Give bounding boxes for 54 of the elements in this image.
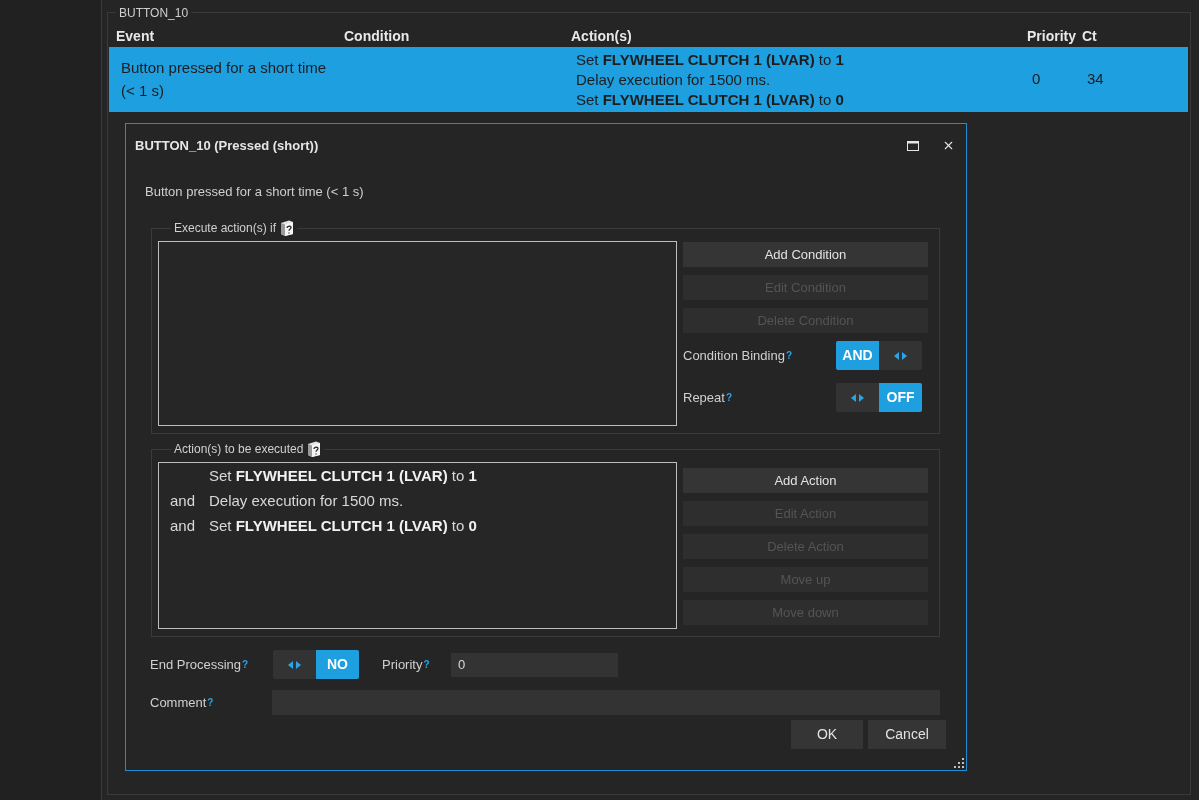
table-cell: Button pressed for a short time (< 1 s) (121, 59, 327, 99)
event-description: Button pressed for a short time (< 1 s) (145, 184, 364, 200)
left-right-arrows-icon (288, 660, 301, 669)
action-text: Delay execution for 1500 ms. (576, 69, 771, 90)
maximize-button[interactable] (907, 140, 919, 151)
group-title: BUTTON_10 (119, 6, 189, 20)
column-header[interactable]: Priority (1027, 27, 1076, 44)
switch-value[interactable]: OFF (879, 383, 922, 412)
field-label: Repeat (683, 389, 725, 406)
switch-value[interactable]: AND (836, 341, 879, 370)
help-book-icon[interactable] (280, 220, 295, 236)
help-mark[interactable]: ? (785, 350, 792, 361)
column-header[interactable]: Event (116, 27, 155, 44)
field-label: Comment (150, 694, 207, 711)
priority-field[interactable]: 0 (451, 652, 618, 677)
help-mark[interactable]: ? (725, 392, 733, 403)
connector-label: and (170, 492, 196, 510)
dialog-button[interactable]: Cancel (868, 720, 946, 749)
help-book-icon[interactable] (307, 441, 322, 457)
toggle-switch[interactable]: NO (273, 650, 359, 679)
switch-value[interactable]: NO (316, 650, 359, 679)
group-title: Execute action(s) if (174, 220, 277, 236)
left-right-arrows-icon (894, 351, 907, 360)
maximize-icon (907, 140, 919, 151)
action-text: Set FLYWHEEL CLUTCH 1 (LVAR) to 1 (576, 49, 844, 70)
group-title: Action(s) to be executed (174, 441, 304, 457)
action-text: Set FLYWHEEL CLUTCH 1 (LVAR) to 0 (576, 89, 844, 110)
help-mark[interactable]: ? (207, 697, 214, 708)
resize-grip-icon[interactable] (953, 757, 964, 768)
connector-label: and (170, 517, 196, 535)
toggle-switch[interactable]: OFF (836, 383, 922, 412)
table-row[interactable]: Button pressed for a short time (< 1 s) Set FLYWHEEL CLUTCH 1 (LVAR) to 1 Delay execution for 1500 ms. Set FLYWHEEL CLUTCH 1 (LVAR) to 0 0 34 (109, 47, 1188, 112)
table-cell: 0 (1032, 70, 1041, 88)
dialog-title: BUTTON_10 (Pressed (short)) (135, 136, 319, 155)
command-button[interactable]: Add Action (683, 468, 928, 493)
help-mark[interactable]: ? (242, 659, 249, 670)
action-text: Set FLYWHEEL CLUTCH 1 (LVAR) to 0 (209, 516, 477, 537)
field-label: Condition Binding (683, 347, 785, 364)
action-list[interactable]: Set FLYWHEEL CLUTCH 1 (LVAR) to 1 and Delay execution for 1500 ms. and Set FLYWHEEL CLUTCH 1 (LVAR) to 0 (158, 462, 677, 629)
field-label: Priority (382, 656, 423, 673)
field-label: End Processing (150, 656, 242, 673)
toggle-switch[interactable]: AND (836, 341, 922, 370)
column-header[interactable]: Ct (1082, 27, 1097, 44)
column-header[interactable]: Action(s) (571, 27, 632, 44)
close-icon (942, 139, 955, 152)
command-button[interactable]: Add Condition (683, 242, 928, 267)
dialog-button[interactable]: OK (791, 720, 863, 749)
table-cell: 34 (1087, 70, 1104, 88)
close-button[interactable] (942, 139, 955, 152)
left-right-arrows-icon (851, 393, 864, 402)
action-text: Set FLYWHEEL CLUTCH 1 (LVAR) to 1 (209, 466, 477, 487)
action-text: Delay execution for 1500 ms. (209, 491, 404, 512)
help-mark[interactable]: ? (423, 659, 430, 670)
column-header[interactable]: Condition (344, 27, 410, 44)
